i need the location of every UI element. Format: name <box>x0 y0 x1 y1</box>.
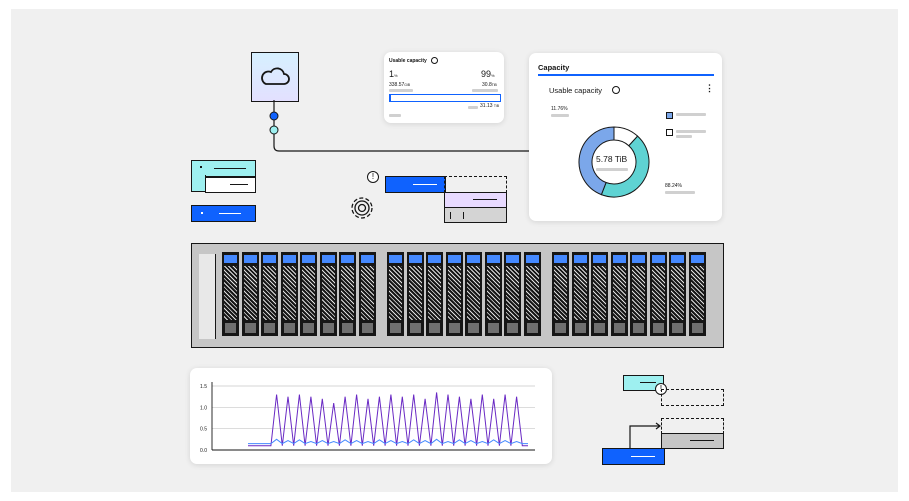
legend-placeholder <box>676 135 692 138</box>
capacity-progress-bar <box>389 94 501 102</box>
capacity-progress-fill <box>390 95 392 101</box>
y-tick-label: 0.5 <box>200 427 207 433</box>
server-line <box>640 382 656 383</box>
panel-subtitle: Usable capacity <box>549 86 602 95</box>
drive-bay <box>280 252 298 336</box>
y-tick-label: 1.0 <box>200 405 207 411</box>
server-line <box>631 456 655 457</box>
drive-bay <box>339 252 356 336</box>
placeholder-bar <box>389 89 413 92</box>
drive-bay <box>630 252 647 336</box>
server-block-gray <box>444 207 507 223</box>
capacity-panel: Capacity Usable capacity ⋮ 11.76% 5.78 T… <box>529 53 722 221</box>
drive-bay <box>465 252 482 336</box>
gear-icon <box>351 197 373 219</box>
server-line <box>413 184 437 185</box>
drive-bay <box>523 252 541 336</box>
server-block-dashed <box>661 389 724 406</box>
legend-swatch-white <box>666 129 673 136</box>
legend-placeholder <box>676 130 706 133</box>
usable-capacity-card: Usable capacity 1% 99% 338.57GiB 30.8TiB… <box>384 52 504 123</box>
y-tick-label: 1.5 <box>200 384 207 390</box>
placeholder-bar <box>472 89 498 92</box>
placeholder-bar <box>551 114 569 117</box>
drive-bay <box>591 252 608 336</box>
performance-chart-card: 1.5 1.0 0.5 0.0 <box>190 368 552 464</box>
placeholder-bar <box>389 114 401 117</box>
drive-bay <box>552 252 569 336</box>
server-line <box>690 440 714 441</box>
placeholder-bar <box>665 191 695 194</box>
drive-bay <box>669 252 686 336</box>
right-sub-value: 30.8TiB <box>482 82 497 88</box>
segment-label-top: 11.76% <box>551 106 568 112</box>
vent-lines <box>450 212 464 219</box>
status-dots <box>200 166 211 168</box>
info-icon <box>431 57 438 64</box>
drive-bay-group <box>222 252 716 337</box>
donut-segment <box>600 135 650 198</box>
series-line <box>248 392 528 447</box>
server-line <box>219 213 241 214</box>
drive-bay <box>649 252 667 336</box>
drive-bay <box>261 252 278 336</box>
alert-icon: ! <box>367 171 379 183</box>
drive-bay <box>426 252 443 336</box>
left-sub-value: 338.57GiB <box>389 82 411 88</box>
server-block-blue <box>602 448 665 465</box>
legend-swatch-blue <box>666 112 673 119</box>
drive-bay <box>387 252 404 336</box>
drive-bay <box>484 252 502 336</box>
placeholder-bar <box>596 168 628 171</box>
total-value: 31.13 TiB <box>480 103 500 109</box>
server-line <box>473 199 497 200</box>
server-block-lavender <box>444 192 507 208</box>
card-title: Usable capacity <box>389 58 427 64</box>
drive-bay <box>688 252 706 336</box>
segment-label-bottom: 88.24% <box>665 183 682 189</box>
panel-header-underline <box>538 74 714 76</box>
overflow-menu-icon[interactable]: ⋮ <box>705 83 714 94</box>
performance-line-chart: 1.5 1.0 0.5 0.0 <box>200 382 535 454</box>
drive-bay <box>241 252 259 336</box>
server-line <box>230 184 248 185</box>
drive-bay <box>610 252 628 336</box>
server-block-white <box>205 177 256 193</box>
server-line <box>214 168 246 169</box>
placeholder-bar <box>468 106 478 109</box>
server-block-blue <box>191 205 256 222</box>
server-block-dashed <box>444 176 507 193</box>
drive-bay <box>300 252 317 336</box>
drive-bay <box>406 252 424 336</box>
server-block-teal-side <box>191 175 206 192</box>
status-dots <box>201 212 211 214</box>
server-block-blue <box>385 176 446 193</box>
drive-bay <box>319 252 337 336</box>
drive-bay <box>358 252 376 336</box>
panel-header: Capacity <box>538 63 570 72</box>
info-icon <box>612 86 620 94</box>
drive-bay <box>504 252 521 336</box>
drive-bay <box>445 252 463 336</box>
enclosure-left-ear <box>199 254 216 339</box>
legend-placeholder <box>676 113 706 116</box>
drive-bay <box>571 252 589 336</box>
storage-enclosure <box>191 243 724 348</box>
drive-bay <box>222 252 239 336</box>
series-line <box>248 438 528 445</box>
left-percent-value: 1% <box>389 69 398 79</box>
right-percent-value: 99% <box>481 69 495 79</box>
y-tick-label: 0.0 <box>200 448 207 454</box>
donut-center-label: 5.78 TiB <box>596 154 628 164</box>
